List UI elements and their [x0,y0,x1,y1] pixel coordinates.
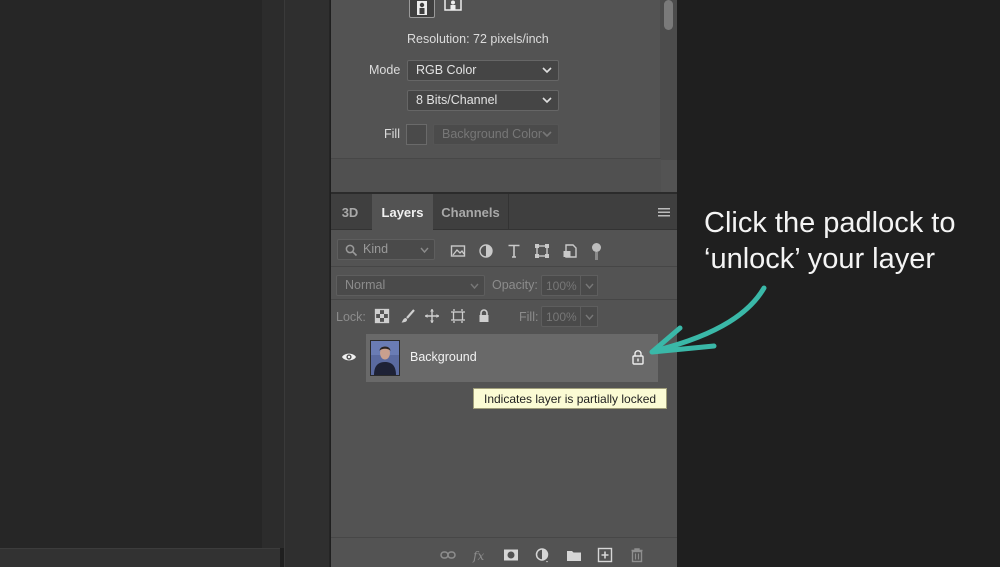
portrait-orientation-button[interactable] [409,0,435,18]
landscape-orientation-button[interactable] [442,0,464,14]
lock-transparent-pixels-icon[interactable] [374,308,390,324]
blend-mode-value: Normal [345,278,386,292]
fx-layer-style-icon[interactable]: fx [472,547,488,563]
lock-label: Lock: [336,310,366,324]
fill-dropdown[interactable]: Background Color [433,124,559,145]
opacity-stepper[interactable] [581,275,598,296]
layers-panel-footer: fx [331,537,677,567]
canvas-area[interactable] [0,0,262,548]
fill-label: Fill [384,127,400,141]
opacity-label: Opacity: [492,278,538,292]
lock-tooltip: Indicates layer is partially locked [473,388,668,409]
opacity-input[interactable]: 100% [541,275,581,296]
link-layers-icon[interactable] [440,547,456,563]
layers-panel: 3D Layers Channels Kind Normal Opacity: … [331,192,677,567]
horizontal-scrollbar[interactable] [0,548,280,567]
lock-artboard-icon[interactable] [450,308,466,324]
smart-object-filter-icon[interactable] [562,243,578,259]
chevron-down-icon [470,283,479,290]
fill-input[interactable]: 100% [541,306,581,327]
layer-filter-row: Kind [331,231,677,267]
kind-filter-label: Kind [363,242,389,256]
layer-row-background[interactable]: Background [366,334,658,382]
tab-channels[interactable]: Channels [433,194,509,230]
tab-3d[interactable]: 3D [331,194,369,230]
layer-name[interactable]: Background [410,350,477,364]
annotation-text: Click the padlock to ‘unlock’ your layer [704,205,994,277]
new-layer-icon[interactable] [597,547,613,563]
chevron-down-icon [585,283,594,290]
annotation-arrow [649,285,767,355]
tab-layers[interactable]: Layers [372,194,433,230]
chevron-down-icon [542,131,552,138]
fill-value: Background Color [442,127,543,141]
pixel-layer-filter-icon[interactable] [450,243,466,259]
kind-filter-dropdown[interactable]: Kind [337,239,435,260]
search-icon [345,244,358,257]
svg-text:fx: fx [472,549,484,563]
visibility-eye-icon[interactable] [341,351,357,363]
adjustment-layer-filter-icon[interactable] [478,243,494,259]
add-mask-icon[interactable] [503,547,519,563]
landscape-icon [444,0,462,11]
lock-all-icon[interactable] [476,308,492,324]
lock-position-move-icon[interactable] [424,308,440,324]
blend-opacity-row: Normal Opacity: 100% [331,267,677,300]
properties-scrollbar[interactable] [660,0,677,160]
panel-dock-strip [284,0,330,567]
layer-thumbnail [370,340,400,376]
portrait-photo-icon [371,341,399,375]
lock-image-pixels-brush-icon[interactable] [400,308,416,324]
adjustment-layer-icon[interactable] [534,547,550,563]
fill-color-swatch[interactable] [406,124,427,145]
filter-toggle-switch[interactable] [592,243,601,252]
chevron-down-icon [542,67,552,74]
mode-dropdown[interactable]: RGB Color [407,60,559,81]
type-layer-filter-icon[interactable] [506,243,522,259]
fill-stepper[interactable] [581,306,598,327]
bit-depth-value: 8 Bits/Channel [416,93,498,107]
mode-value: RGB Color [416,63,477,77]
chevron-down-icon [420,247,429,254]
shape-layer-filter-icon[interactable] [534,243,550,259]
bit-depth-dropdown[interactable]: 8 Bits/Channel [407,90,559,111]
panel-tab-bar: 3D Layers Channels [331,194,677,230]
fill-label: Fill: [519,310,539,324]
annotation-line-1: Click the padlock to [704,207,956,239]
chevron-down-icon [585,314,594,321]
portrait-icon [417,1,427,15]
blend-mode-dropdown[interactable]: Normal [336,275,485,296]
mode-label: Mode [369,63,401,77]
trash-icon[interactable] [629,547,645,563]
resolution-text: Resolution: 72 pixels/inch [407,32,549,46]
chevron-down-icon [542,97,552,104]
folder-icon[interactable] [566,547,582,563]
filter-toggle-stem [595,252,598,260]
panel-menu-icon[interactable] [657,206,671,218]
scroll-thumb[interactable] [664,0,673,30]
vertical-scrollbar[interactable] [262,0,284,548]
properties-panel-footer [331,158,661,192]
annotation-line-2: ‘unlock’ your layer [704,243,936,275]
